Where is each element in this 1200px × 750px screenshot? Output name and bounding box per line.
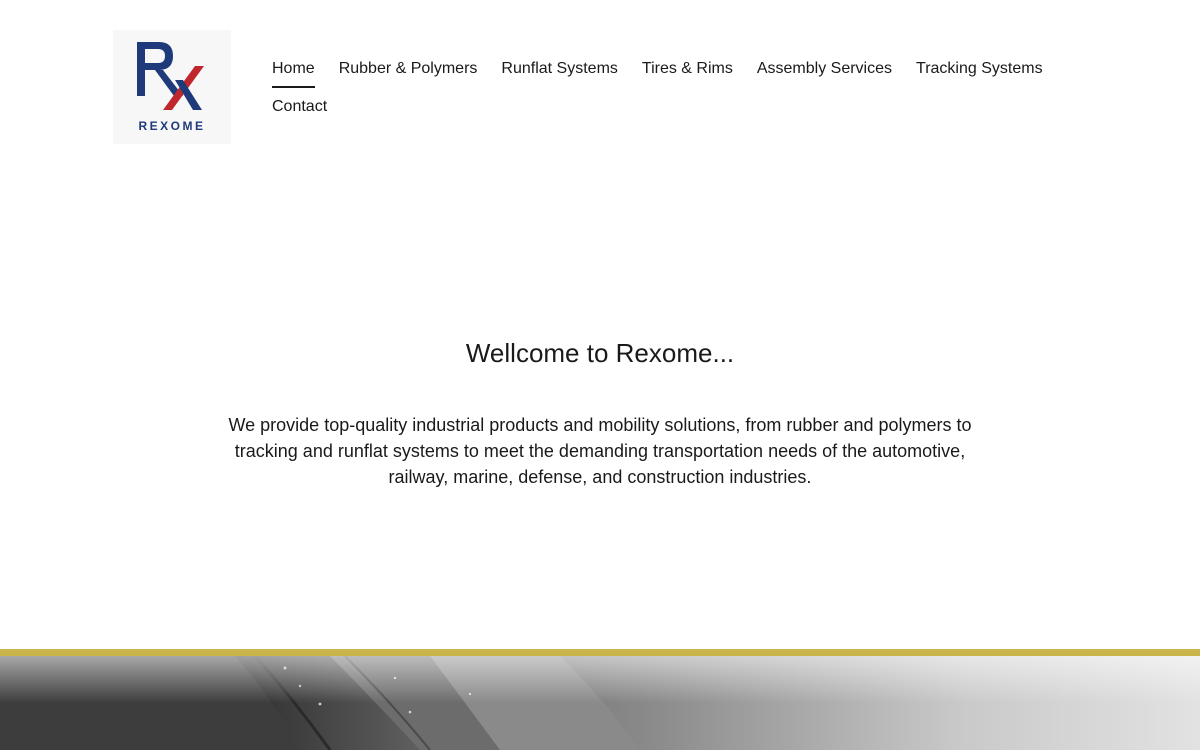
nav-runflat-systems[interactable]: Runflat Systems bbox=[501, 50, 617, 88]
rexome-logo-icon: REXOME bbox=[137, 42, 205, 133]
nav-rubber-polymers[interactable]: Rubber & Polymers bbox=[339, 50, 478, 88]
tire-photo-icon bbox=[0, 656, 1200, 750]
hero-description: We provide top-quality industrial produc… bbox=[228, 415, 972, 487]
page: REXOME Home Rubber & Polymers Runflat Sy… bbox=[0, 0, 1200, 750]
nav-contact[interactable]: Contact bbox=[272, 88, 327, 126]
main-nav: Home Rubber & Polymers Runflat Systems T… bbox=[272, 50, 1072, 126]
tire-banner-image bbox=[0, 656, 1200, 750]
site-header: REXOME Home Rubber & Polymers Runflat Sy… bbox=[0, 0, 1200, 160]
gold-divider bbox=[0, 649, 1200, 656]
nav-tires-rims[interactable]: Tires & Rims bbox=[642, 50, 733, 88]
nav-home[interactable]: Home bbox=[272, 50, 315, 88]
hero-title: Wellcome to Rexome... bbox=[465, 338, 735, 368]
nav-assembly-services[interactable]: Assembly Services bbox=[757, 50, 892, 88]
nav-tracking-systems[interactable]: Tracking Systems bbox=[916, 50, 1043, 88]
logo-wordmark: REXOME bbox=[138, 119, 205, 133]
rexome-logo[interactable]: REXOME bbox=[113, 30, 231, 144]
